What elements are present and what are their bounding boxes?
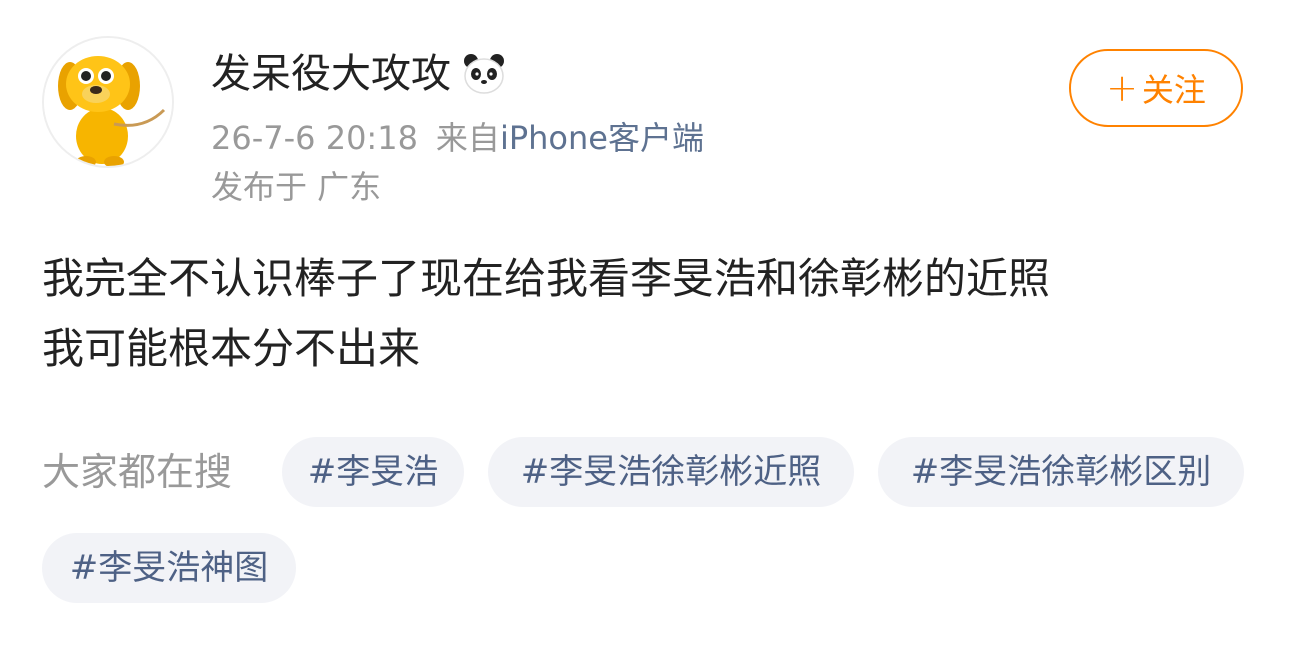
- username-row: 发呆役大攻攻: [211, 46, 507, 102]
- post-location: 发布于 广东: [211, 168, 382, 206]
- search-tag[interactable]: #李旻浩徐彰彬近照: [488, 437, 854, 507]
- username[interactable]: 发呆役大攻攻: [211, 46, 451, 102]
- post-content: 我完全不认识棒子了现在给我看李旻浩和徐彰彬的近照 我可能根本分不出来: [42, 244, 1252, 384]
- post-content-line: 我可能根本分不出来: [42, 324, 421, 373]
- plus-icon: +: [1106, 66, 1138, 110]
- source-client[interactable]: iPhone客户端: [500, 119, 704, 157]
- trending-search-label: 大家都在搜: [42, 450, 233, 494]
- timestamp: 26-7-6 20:18: [211, 119, 418, 157]
- avatar[interactable]: [42, 36, 174, 168]
- follow-button[interactable]: + 关注: [1069, 49, 1243, 127]
- search-tag[interactable]: #李旻浩徐彰彬区别: [878, 437, 1244, 507]
- follow-label: 关注: [1141, 71, 1206, 109]
- panda-icon: [464, 54, 504, 94]
- post-content-line: 我完全不认识棒子了现在给我看李旻浩和徐彰彬的近照: [42, 254, 1051, 303]
- yellow-dog-avatar-icon: [44, 38, 172, 166]
- source-prefix: 来自: [435, 119, 500, 157]
- search-tag[interactable]: #李旻浩神图: [42, 533, 296, 603]
- post-meta: 26-7-6 20:18 来自iPhone客户端: [211, 116, 704, 160]
- weibo-post: 发呆役大攻攻 26-7-6 20:18 来自iPhone客户端 发布于 广东 + …: [0, 0, 1290, 650]
- search-tag[interactable]: #李旻浩: [282, 437, 464, 507]
